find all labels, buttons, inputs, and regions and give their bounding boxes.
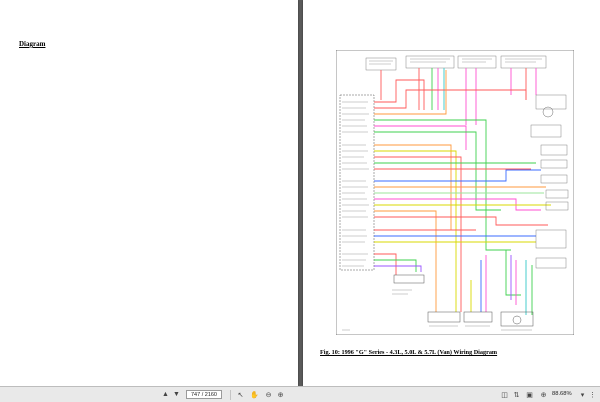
cursor-icon[interactable]: ↖ bbox=[236, 390, 245, 399]
page-heading: Diagram bbox=[19, 40, 46, 48]
scroll-icon[interactable]: ⇅ bbox=[512, 390, 521, 399]
fullscreen-icon[interactable]: ▣ bbox=[525, 390, 534, 399]
zoom-in-icon[interactable]: ⊕ bbox=[539, 390, 548, 399]
pdf-page-right: Fig. 10: 1996 "G" Series - 4.3L, 5.0L & … bbox=[303, 0, 600, 386]
page-number-input[interactable]: 747 / 2160 bbox=[186, 390, 222, 399]
toolbar-divider bbox=[230, 390, 231, 400]
fit-page-icon[interactable]: ◫ bbox=[500, 390, 509, 399]
pdf-page-left: Diagram bbox=[0, 0, 298, 386]
bottom-toolbar: ▲ ▼ 747 / 2160 ↖ ✋ ⊖ ⊕ ◫ ⇅ ▣ ⊕ 88.68% ▾ … bbox=[0, 386, 600, 402]
hand-icon[interactable]: ✋ bbox=[250, 390, 259, 399]
zoom-out-icon[interactable]: ⊖ bbox=[264, 390, 273, 399]
document-viewport[interactable]: Diagram Fig. 10: 1996 "G" Series - 4.3L,… bbox=[0, 0, 600, 386]
zoom-in-icon[interactable]: ⊕ bbox=[276, 390, 285, 399]
figure-caption: Fig. 10: 1996 "G" Series - 4.3L, 5.0L & … bbox=[320, 349, 498, 356]
chevron-down-icon[interactable]: ▾ bbox=[578, 390, 587, 399]
more-icon[interactable]: ⋮ bbox=[588, 390, 597, 399]
down-arrow-icon[interactable]: ▼ bbox=[172, 390, 181, 399]
up-arrow-icon[interactable]: ▲ bbox=[161, 390, 170, 399]
zoom-level[interactable]: 88.68% bbox=[552, 390, 576, 399]
wiring-diagram bbox=[336, 50, 574, 335]
